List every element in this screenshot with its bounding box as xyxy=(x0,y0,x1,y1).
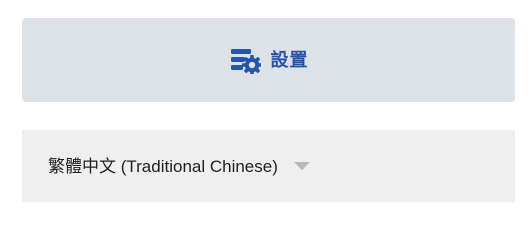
settings-list-gear-icon xyxy=(229,46,262,75)
settings-button[interactable]: 設置 xyxy=(22,18,515,102)
language-select[interactable]: 繁體中文 (Traditional Chinese) xyxy=(22,130,515,202)
settings-label: 設置 xyxy=(270,50,309,70)
caret-down-icon xyxy=(293,162,310,170)
language-selected-value: 繁體中文 (Traditional Chinese) xyxy=(48,156,278,176)
